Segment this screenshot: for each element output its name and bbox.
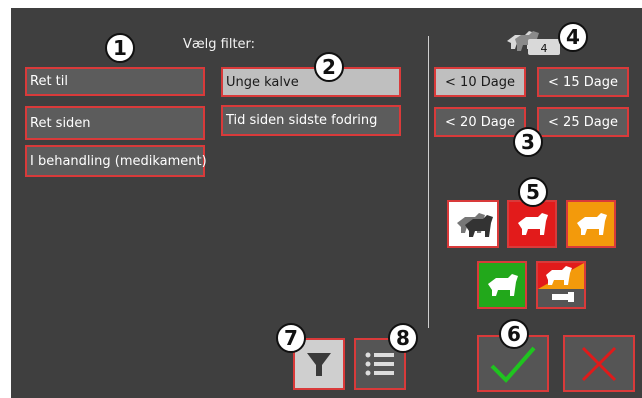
cow-green-button[interactable]: [477, 261, 527, 309]
cow-orange-button[interactable]: [566, 200, 616, 248]
marker-8: 8: [388, 323, 418, 353]
marker-5: 5: [518, 177, 548, 207]
cow-medicine-button[interactable]: [536, 261, 586, 309]
marker-4: 4: [558, 22, 588, 52]
day-10-button[interactable]: < 10 Dage: [434, 67, 526, 97]
marker-7: 7: [276, 323, 306, 353]
marker-3: 3: [513, 127, 543, 157]
cow-red-button[interactable]: [507, 200, 557, 248]
vertical-divider: [428, 36, 429, 328]
marker-1: 1: [105, 33, 135, 63]
i-behandling-button[interactable]: I behandling (medikament): [25, 145, 207, 177]
tid-siden-button[interactable]: Tid siden sidste fodring: [221, 105, 401, 136]
list-icon: [365, 352, 394, 376]
marker-2: 2: [314, 52, 344, 82]
cow-red-icon: [518, 213, 548, 235]
marker-6: 6: [499, 319, 529, 349]
unge-kalve-button[interactable]: Unge kalve: [221, 67, 401, 97]
cancel-button[interactable]: [563, 335, 635, 392]
ret-siden-button[interactable]: Ret siden: [25, 106, 205, 140]
cow-pair-icon: [457, 213, 493, 237]
x-icon: [581, 346, 617, 381]
filter-icon: [307, 353, 331, 376]
day-20-button[interactable]: < 20 Dage: [434, 107, 526, 137]
cow-orange-icon: [577, 213, 607, 235]
day-15-button[interactable]: < 15 Dage: [537, 67, 629, 97]
cow-pair-button[interactable]: [447, 200, 499, 248]
cow-green-icon: [488, 274, 518, 296]
ret-til-button[interactable]: Ret til: [25, 67, 205, 96]
filter-title: Vælg filter:: [183, 37, 256, 52]
count-badge: 4: [541, 42, 548, 55]
cow-medicine-icon: [538, 263, 584, 302]
day-25-button[interactable]: < 25 Dage: [537, 107, 629, 137]
